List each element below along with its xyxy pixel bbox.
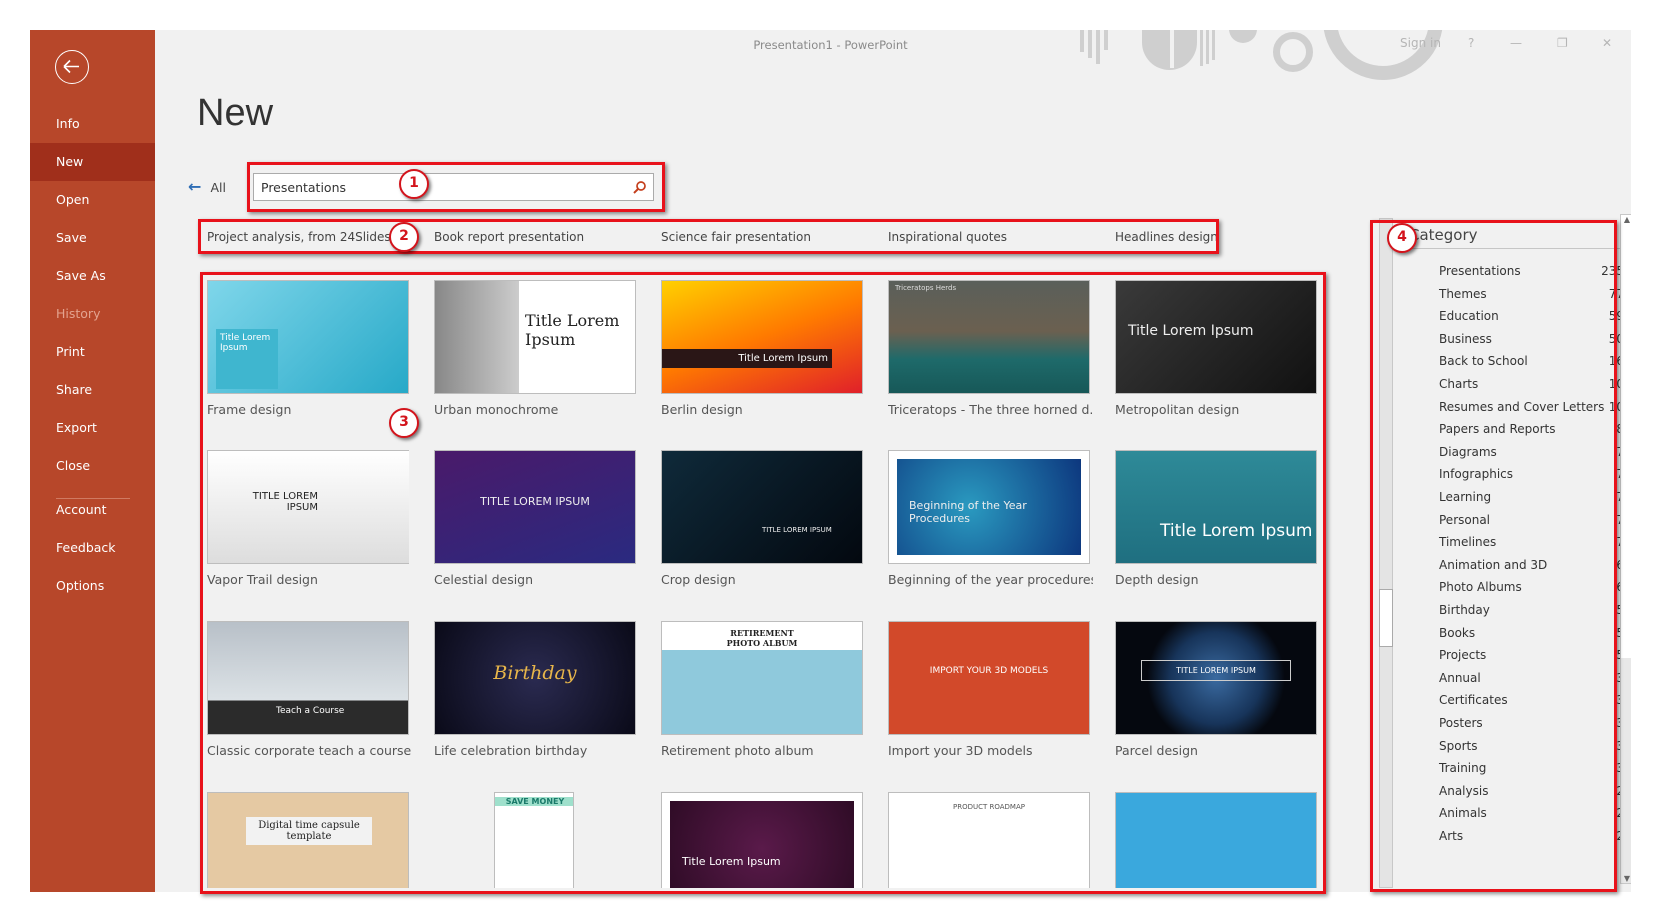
sidebar-item-options[interactable]: Options — [30, 567, 155, 605]
page-title: New — [197, 92, 274, 134]
back-to-all-link[interactable]: ← All — [188, 177, 226, 196]
sidebar-item-export[interactable]: Export — [30, 409, 155, 447]
callout-2: 2 — [389, 222, 419, 252]
sidebar-item-print[interactable]: Print — [30, 333, 155, 371]
window-title: Presentation1 - PowerPoint — [753, 38, 908, 52]
annotation-box-category — [1370, 220, 1617, 892]
arrow-left-icon — [63, 59, 79, 74]
sidebar-divider — [56, 498, 130, 499]
all-label: All — [210, 180, 227, 195]
annotation-box-search — [247, 162, 665, 212]
sidebar-item-save-as[interactable]: Save As — [30, 257, 155, 295]
sidebar-item-feedback[interactable]: Feedback — [30, 529, 155, 567]
minimize-button[interactable]: — — [1510, 36, 1522, 50]
sidebar-item-save[interactable]: Save — [30, 219, 155, 257]
annotation-box-templates — [200, 272, 1326, 894]
sidebar-item-account[interactable]: Account — [30, 491, 155, 529]
callout-1: 1 — [399, 169, 429, 199]
scroll-up-arrow-icon[interactable]: ▲ — [1621, 215, 1631, 224]
sidebar-item-open[interactable]: Open — [30, 181, 155, 219]
scroll-down-arrow-icon[interactable]: ▼ — [1621, 874, 1631, 883]
callout-3: 3 — [389, 408, 419, 438]
sign-in-link[interactable]: Sign in — [1400, 36, 1441, 50]
backstage-sidebar: Info New Open Save Save As History Print Share E… — [30, 30, 155, 892]
sidebar-item-close[interactable]: Close — [30, 447, 155, 485]
sidebar-item-share[interactable]: Share — [30, 371, 155, 409]
arrow-left-icon: ← — [188, 177, 202, 196]
sidebar-item-new[interactable]: New — [30, 143, 155, 181]
callout-4: 4 — [1387, 223, 1417, 253]
help-button[interactable]: ? — [1468, 36, 1474, 50]
sidebar-item-info[interactable]: Info — [30, 105, 155, 143]
restore-button[interactable]: ❐ — [1557, 36, 1568, 50]
close-window-button[interactable]: ✕ — [1602, 36, 1612, 50]
back-button[interactable] — [55, 50, 89, 84]
annotation-box-suggestions — [198, 219, 1219, 254]
sidebar-item-history: History — [56, 306, 101, 321]
category-scrollbar[interactable]: ▲ ▼ — [1620, 214, 1631, 884]
